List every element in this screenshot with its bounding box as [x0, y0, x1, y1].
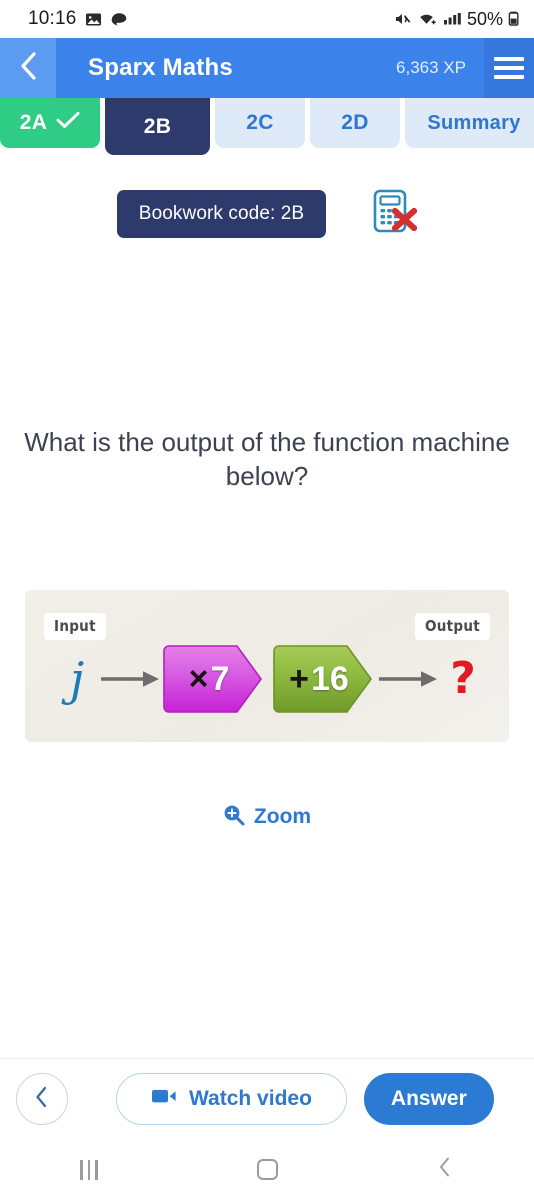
app-root: 10:16 50% Sparx Maths 6,363 XP 2A 2B 2C …	[0, 0, 534, 1200]
nav-home-button[interactable]	[178, 1159, 356, 1180]
header-back-button[interactable]	[0, 38, 56, 98]
tab-summary-label: Summary	[427, 111, 521, 134]
bookwork-code-badge: Bookwork code: 2B	[116, 189, 327, 238]
input-label: Input	[44, 612, 106, 640]
tab-2d[interactable]: 2D	[310, 98, 400, 148]
zoom-link[interactable]: Zoom	[0, 804, 534, 831]
task-tab-strip[interactable]: 2A 2B 2C 2D Summary	[0, 98, 534, 156]
input-variable: j	[69, 651, 85, 706]
page-title: Sparx Maths	[88, 54, 233, 81]
machine-step-add: +16	[273, 642, 377, 716]
wifi-icon	[417, 10, 438, 28]
machine-step-multiply-label: × 7	[163, 642, 267, 716]
menu-bar-1	[494, 57, 524, 61]
output-label: Output	[414, 612, 490, 640]
function-machine-diagram: j × 7 + 16 ?	[25, 642, 509, 716]
bookwork-row: Bookwork code: 2B	[0, 187, 534, 240]
machine-step-add-label: +16	[273, 642, 377, 716]
watch-video-button[interactable]: Watch video	[116, 1073, 347, 1125]
add-operator: +	[289, 659, 310, 698]
arrow-right-icon-2	[377, 668, 441, 690]
status-bar-right: 50%	[393, 9, 520, 30]
nav-recents-button[interactable]	[0, 1159, 178, 1180]
tab-summary[interactable]: Summary	[405, 98, 534, 148]
home-icon	[256, 1159, 278, 1180]
tab-2b-label: 2B	[143, 114, 172, 138]
answer-button[interactable]: Answer	[363, 1073, 494, 1125]
chevron-left-icon-small	[34, 1085, 50, 1114]
output-value: ?	[450, 652, 476, 704]
multiply-operator: ×	[188, 659, 209, 698]
question-text: What is the output of the function machi…	[24, 427, 510, 492]
chevron-left-icon	[17, 50, 39, 87]
video-camera-icon	[151, 1087, 177, 1111]
no-calculator-icon	[371, 187, 418, 240]
action-bar: Watch video Answer	[0, 1059, 534, 1139]
tab-2b[interactable]: 2B	[105, 98, 210, 155]
hamburger-menu-icon[interactable]	[484, 38, 534, 98]
tab-2c[interactable]: 2C	[215, 98, 305, 148]
android-nav-bar	[0, 1139, 534, 1200]
status-time: 10:16	[28, 8, 77, 29]
tab-2d-label: 2D	[341, 111, 369, 134]
status-bar: 10:16 50%	[0, 0, 534, 38]
previous-question-button[interactable]	[16, 1073, 68, 1125]
arrow-right-icon	[99, 668, 163, 690]
menu-bar-2	[494, 66, 524, 70]
multiply-number: 7	[210, 659, 230, 698]
zoom-link-label: Zoom	[253, 805, 312, 829]
signal-icon	[443, 10, 462, 28]
machine-step-multiply: × 7	[163, 642, 267, 716]
battery-percent: 50%	[466, 8, 503, 29]
nav-back-button[interactable]	[356, 1156, 534, 1183]
tab-2a[interactable]: 2A	[0, 98, 100, 148]
menu-bar-3	[494, 75, 524, 79]
nav-back-icon	[437, 1156, 453, 1183]
magnifier-plus-icon	[223, 804, 245, 831]
app-icon	[110, 11, 128, 28]
battery-icon	[508, 10, 520, 28]
tab-2c-label: 2C	[246, 111, 274, 134]
answer-button-label: Answer	[390, 1087, 467, 1110]
image-icon	[85, 11, 102, 28]
recents-icon	[80, 1159, 98, 1180]
tab-2a-label: 2A	[19, 111, 48, 134]
mute-icon	[393, 10, 412, 28]
watch-video-label: Watch video	[189, 1087, 312, 1110]
status-bar-left: 10:16	[28, 8, 128, 30]
app-header: Sparx Maths 6,363 XP	[0, 38, 534, 98]
xp-counter: 6,363 XP	[396, 58, 466, 77]
add-number: 16	[311, 659, 349, 698]
function-machine-panel: Input Output j × 7 + 16 ?	[25, 589, 509, 742]
check-icon	[56, 111, 80, 135]
